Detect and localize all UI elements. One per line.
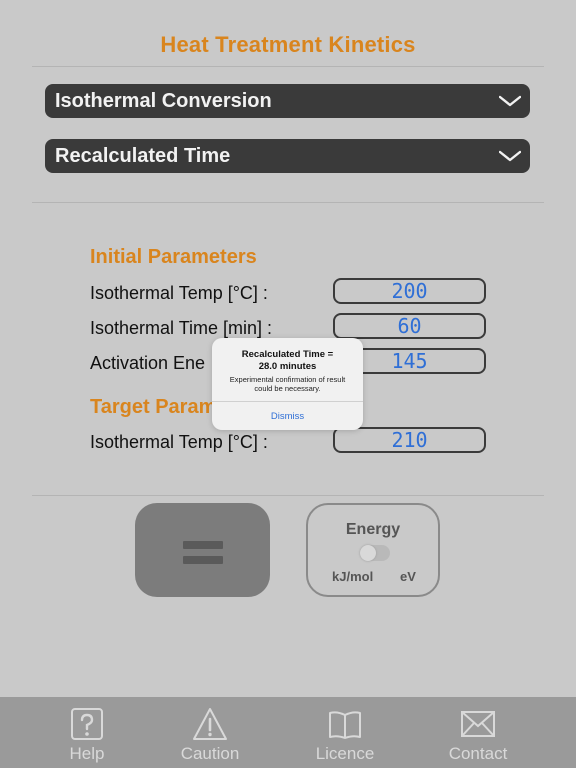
initial-time-label: Isothermal Time [min] : [90, 318, 273, 338]
tab-help[interactable]: Help [20, 697, 154, 768]
energy-unit-toggle[interactable] [360, 545, 390, 561]
calculate-button[interactable] [135, 503, 270, 597]
target-temp-input[interactable]: 210 [333, 427, 486, 453]
equals-icon-bar-bottom [183, 556, 223, 564]
initial-parameters-heading: Initial Parameters [90, 246, 257, 268]
tab-caution[interactable]: Caution [143, 697, 277, 768]
energy-unit-ev: eV [400, 569, 416, 584]
conversion-type-dropdown[interactable]: Isothermal Conversion [45, 84, 530, 118]
initial-temp-input[interactable]: 200 [333, 278, 486, 304]
dropdown-label: Recalculated Time [55, 145, 231, 167]
tab-label: Licence [315, 744, 375, 763]
target-parameters-heading: Target Param [90, 396, 217, 418]
initial-time-input[interactable]: 60 [333, 313, 486, 339]
chevron-down-icon [499, 150, 521, 162]
activation-energy-label: Activation Ene [90, 353, 206, 373]
tab-label: Contact [448, 744, 508, 763]
tab-contact[interactable]: Contact [411, 697, 545, 768]
dropdown-label: Isothermal Conversion [55, 90, 272, 112]
alert-message: Experimental confirmation of result coul… [229, 375, 346, 393]
tab-bar: Help Caution Licence Contact [0, 697, 576, 768]
result-alert: Recalculated Time = 28.0 minutes Experim… [212, 338, 363, 430]
energy-unit-panel: Energy kJ/mol eV [306, 503, 440, 597]
energy-title: Energy [345, 521, 401, 538]
initial-temp-label: Isothermal Temp [°C] : [90, 283, 268, 303]
divider [32, 66, 544, 67]
calculation-type-dropdown[interactable]: Recalculated Time [45, 139, 530, 173]
page-title: Heat Treatment Kinetics [160, 32, 416, 57]
divider [32, 495, 544, 496]
alert-divider [212, 401, 363, 402]
alert-title: Recalculated Time = 28.0 minutes [241, 349, 334, 372]
tab-label: Caution [180, 744, 240, 763]
dismiss-button[interactable]: Dismiss [212, 411, 363, 422]
toggle-knob [360, 545, 376, 561]
energy-unit-kjmol: kJ/mol [332, 569, 374, 584]
divider [32, 202, 544, 203]
book-icon [329, 711, 361, 739]
tab-licence[interactable]: Licence [278, 697, 412, 768]
mail-icon [461, 711, 495, 737]
caution-icon [193, 708, 227, 740]
target-temp-label: Isothermal Temp [°C] : [90, 432, 268, 452]
tab-label: Help [69, 744, 105, 763]
chevron-down-icon [499, 95, 521, 107]
equals-icon-bar-top [183, 541, 223, 549]
help-icon [71, 708, 103, 740]
